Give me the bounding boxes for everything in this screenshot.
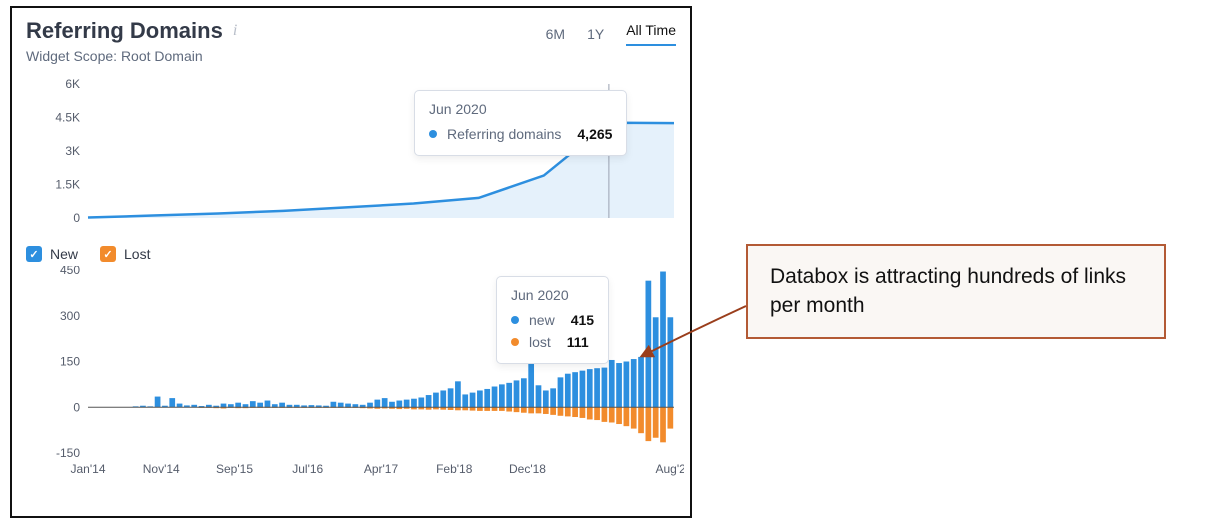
time-range-switch: 6M 1Y All Time <box>546 18 676 46</box>
dot-icon <box>511 316 519 324</box>
svg-text:Jul'16: Jul'16 <box>292 462 323 476</box>
svg-text:Feb'18: Feb'18 <box>436 462 473 476</box>
tooltip-lost-value: 111 <box>567 331 589 353</box>
tooltip-new-label: new <box>529 309 555 331</box>
tooltip-new-value: 415 <box>571 309 594 331</box>
legend-new-checkbox[interactable]: ✓ New <box>26 246 78 262</box>
svg-text:Apr'17: Apr'17 <box>364 462 399 476</box>
svg-text:Sep'15: Sep'15 <box>216 462 253 476</box>
dot-icon <box>511 338 519 346</box>
info-icon[interactable]: i <box>233 22 237 40</box>
area-chart-tooltip: Jun 2020 Referring domains 4,265 <box>414 90 627 156</box>
bar-chart-tooltip: Jun 2020 new 415 lost 111 <box>496 276 609 364</box>
legend-new-label: New <box>50 246 78 262</box>
svg-text:Dec'18: Dec'18 <box>509 462 546 476</box>
widget-header: Referring Domains i Widget Scope: Root D… <box>26 18 676 64</box>
tooltip-lost-label: lost <box>529 331 551 353</box>
svg-text:300: 300 <box>60 309 80 323</box>
annotation-text: Databox is attracting hundreds of links … <box>770 265 1126 317</box>
range-all[interactable]: All Time <box>626 22 676 46</box>
svg-text:Nov'14: Nov'14 <box>143 462 180 476</box>
referring-domains-area-chart[interactable]: 0 1.5K 3K 4.5K 6K Jun 2020 Referring domains… <box>44 78 676 228</box>
svg-text:Aug'20: Aug'20 <box>656 462 685 476</box>
svg-text:6K: 6K <box>65 78 80 91</box>
checkbox-icon: ✓ <box>100 246 116 262</box>
legend-lost-label: Lost <box>124 246 150 262</box>
svg-text:Jan'14: Jan'14 <box>71 462 106 476</box>
svg-text:0: 0 <box>73 400 80 414</box>
svg-text:0: 0 <box>73 211 80 225</box>
bar-chart-legend: ✓ New ✓ Lost <box>26 246 676 262</box>
tooltip-date: Jun 2020 <box>429 101 612 117</box>
new-lost-bar-chart[interactable]: -150 0 150 300 450 Jan'14 Nov'14 Sep'15 Jul'16 Ap… <box>44 266 676 481</box>
widget-title: Referring Domains <box>26 18 223 44</box>
tooltip-series-label: Referring domains <box>447 123 561 145</box>
range-1y[interactable]: 1Y <box>587 26 604 42</box>
svg-text:1.5K: 1.5K <box>55 178 80 192</box>
tooltip-date: Jun 2020 <box>511 287 594 303</box>
referring-domains-widget: Referring Domains i Widget Scope: Root D… <box>10 6 692 518</box>
range-6m[interactable]: 6M <box>546 26 565 42</box>
dot-icon <box>429 130 437 138</box>
svg-text:150: 150 <box>60 355 80 369</box>
svg-text:3K: 3K <box>65 144 80 158</box>
legend-lost-checkbox[interactable]: ✓ Lost <box>100 246 150 262</box>
tooltip-value: 4,265 <box>577 123 612 145</box>
widget-scope: Widget Scope: Root Domain <box>26 48 237 64</box>
checkbox-icon: ✓ <box>26 246 42 262</box>
svg-text:4.5K: 4.5K <box>55 111 80 125</box>
annotation-box: Databox is attracting hundreds of links … <box>746 244 1166 339</box>
svg-text:450: 450 <box>60 266 80 277</box>
svg-text:-150: -150 <box>56 446 80 460</box>
